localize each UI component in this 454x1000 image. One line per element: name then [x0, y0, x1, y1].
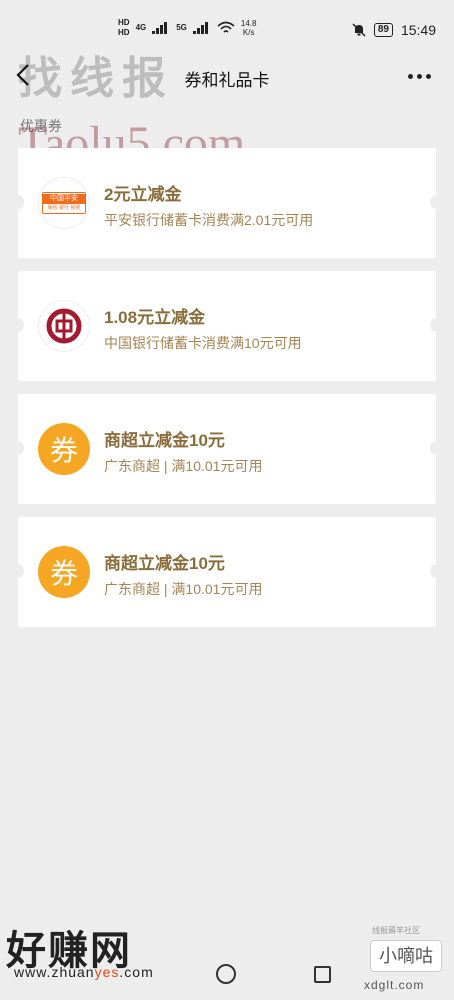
- status-left: HD HD 4G 5G 14.8 K/s: [118, 18, 256, 38]
- boc-logo-icon: [46, 308, 82, 344]
- network-speed-value: 14.8: [240, 19, 257, 28]
- dot-icon: [426, 73, 431, 79]
- home-circle-icon[interactable]: [216, 964, 236, 984]
- hd-indicators: HD HD: [118, 18, 130, 38]
- nav-bar: 券和礼品卡: [0, 52, 454, 102]
- recent-apps-square-icon[interactable]: [314, 966, 331, 983]
- signal-icon-2: [192, 22, 211, 34]
- hd-indicator-2: HD: [118, 28, 130, 37]
- clock: 15:49: [400, 22, 436, 38]
- battery-indicator: 89: [373, 23, 393, 37]
- dot-icon: [408, 73, 413, 79]
- network-speed-unit: K/s: [242, 28, 255, 37]
- mute-bell-icon: [352, 23, 366, 37]
- coupon-card[interactable]: 券 商超立减金10元 广东商超 | 满10.01元可用: [12, 394, 442, 504]
- coupon-card[interactable]: 1.08元立减金 中国银行储蓄卡消费满10元可用: [12, 271, 442, 381]
- coupon-desc: 中国银行储蓄卡消费满10元可用: [104, 335, 302, 351]
- coupon-quan-icon: 券: [38, 546, 90, 598]
- boc-bank-logo: [38, 300, 90, 352]
- coupon-title: 商超立减金10元: [104, 554, 225, 573]
- coupon-title: 2元立减金: [104, 185, 182, 204]
- pingan-logo-subtext: 保险 银行 投资: [47, 205, 81, 211]
- dot-icon: [417, 73, 422, 79]
- coupon-title: 1.08元立减金: [104, 308, 206, 327]
- watermark-xdglt-caption: 线报薅羊社区: [372, 926, 420, 935]
- coupon-desc: 广东商超 | 满10.01元可用: [104, 458, 263, 474]
- page-title: 券和礼品卡: [184, 71, 270, 90]
- wifi-icon: [217, 21, 235, 33]
- coupon-quan-icon: 券: [38, 423, 90, 475]
- pingan-bank-logo: 中国平安 保险 银行 投资: [38, 177, 90, 229]
- more-options-button[interactable]: [408, 64, 434, 88]
- coupon-card[interactable]: 券 商超立减金10元 广东商超 | 满10.01元可用: [12, 517, 442, 627]
- coupon-title: 商超立减金10元: [104, 431, 225, 450]
- coupon-desc: 广东商超 | 满10.01元可用: [104, 581, 263, 597]
- network-type-1: 4G: [135, 23, 147, 32]
- hd-indicator-1: HD: [118, 18, 130, 27]
- network-speed: 14.8 K/s: [241, 19, 257, 37]
- signal-icon: [152, 22, 170, 34]
- system-nav-bar: [0, 950, 454, 1000]
- pingan-logo-mark: 中国平安 保险 银行 投资: [42, 192, 86, 214]
- coupon-desc: 平安银行储蓄卡消费满2.01元可用: [104, 212, 314, 228]
- network-type-2: 5G: [176, 23, 187, 32]
- pingan-logo-text: 中国平安: [43, 194, 85, 204]
- coupon-card[interactable]: 中国平安 保险 银行 投资 2元立减金 平安银行储蓄卡消费满2.01元可用: [12, 148, 442, 258]
- status-right: 89 15:49: [352, 22, 436, 38]
